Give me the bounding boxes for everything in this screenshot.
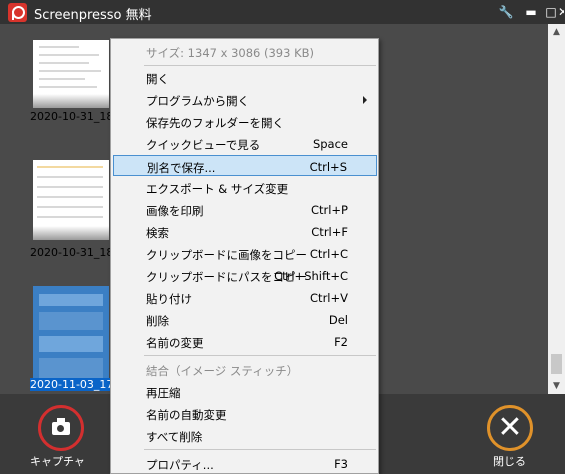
camera-icon — [52, 418, 70, 435]
menu-item-save-as[interactable]: 別名で保存... Ctrl+S — [113, 155, 377, 176]
screenpresso-logo-icon — [8, 3, 27, 22]
close-button[interactable]: ✕ — [487, 405, 533, 451]
menu-item-print[interactable]: 画像を印刷 Ctrl+P — [113, 199, 377, 220]
menu-item-open-with[interactable]: プログラムから開く — [113, 89, 377, 110]
menu-item-delete[interactable]: 削除 Del — [113, 309, 377, 330]
menu-item-copy-image[interactable]: クリップボードに画像をコピー Ctrl+C — [113, 243, 377, 264]
window-title: Screenpresso 無料 — [34, 8, 152, 23]
menu-header-size: サイズ: 1347 x 3086 (393 KB) — [146, 46, 314, 60]
menu-item-rename[interactable]: 名前の変更 F2 — [113, 331, 377, 352]
menu-item-delete-all[interactable]: すべて削除 — [113, 425, 377, 446]
scroll-up-icon[interactable]: ▲ — [548, 24, 565, 40]
wrench-icon[interactable]: 🔧 — [498, 4, 514, 20]
scrollbar-thumb[interactable] — [551, 354, 562, 374]
menu-item-properties[interactable]: プロパティ... F3 — [113, 453, 377, 474]
thumbnail-1-label: 2020-10-31_18h — [30, 110, 110, 123]
close-label: 閉じる — [493, 455, 526, 468]
context-menu: サイズ: 1347 x 3086 (393 KB) 開く プログラムから開く 保… — [110, 38, 379, 474]
minimize-icon[interactable]: ▬ — [523, 4, 539, 20]
menu-item-open-folder[interactable]: 保存先のフォルダーを開く — [113, 111, 377, 132]
menu-item-auto-rename[interactable]: 名前の自動変更 — [113, 403, 377, 424]
menu-item-paste[interactable]: 貼り付け Ctrl+V — [113, 287, 377, 308]
menu-item-copy-path[interactable]: クリップボードにパスをコピー Ctrl+Shift+C — [113, 265, 377, 286]
scroll-down-icon[interactable]: ▼ — [548, 378, 565, 394]
thumbnail-3-label: 2020-11-03_17h — [30, 378, 110, 391]
submenu-arrow-icon — [363, 96, 367, 104]
thumbnail-2-label: 2020-10-31_18h — [30, 246, 110, 259]
capture-button[interactable] — [38, 405, 84, 451]
menu-item-open[interactable]: 開く — [113, 67, 377, 88]
menu-item-stitch: 結合（イメージ スティッチ） — [146, 364, 299, 378]
title-bar: Screenpresso 無料 🔧 ▬ □ ✕ — [0, 0, 565, 24]
menu-item-search[interactable]: 検索 Ctrl+F — [113, 221, 377, 242]
capture-label: キャプチャ — [30, 455, 85, 468]
thumbnail-3[interactable] — [33, 286, 109, 390]
menu-item-export-resize[interactable]: エクスポート & サイズ変更 — [113, 177, 377, 198]
menu-item-quick-view[interactable]: クイックビューで見る Space — [113, 133, 377, 154]
maximize-icon[interactable]: □ — [543, 4, 559, 20]
menu-item-recompress[interactable]: 再圧縮 — [113, 381, 377, 402]
thumbnail-2[interactable] — [33, 160, 109, 240]
gallery-scrollbar[interactable]: ▲ ▼ — [548, 24, 565, 394]
thumbnail-1[interactable] — [33, 40, 109, 108]
close-icon[interactable]: ✕ — [558, 4, 564, 20]
